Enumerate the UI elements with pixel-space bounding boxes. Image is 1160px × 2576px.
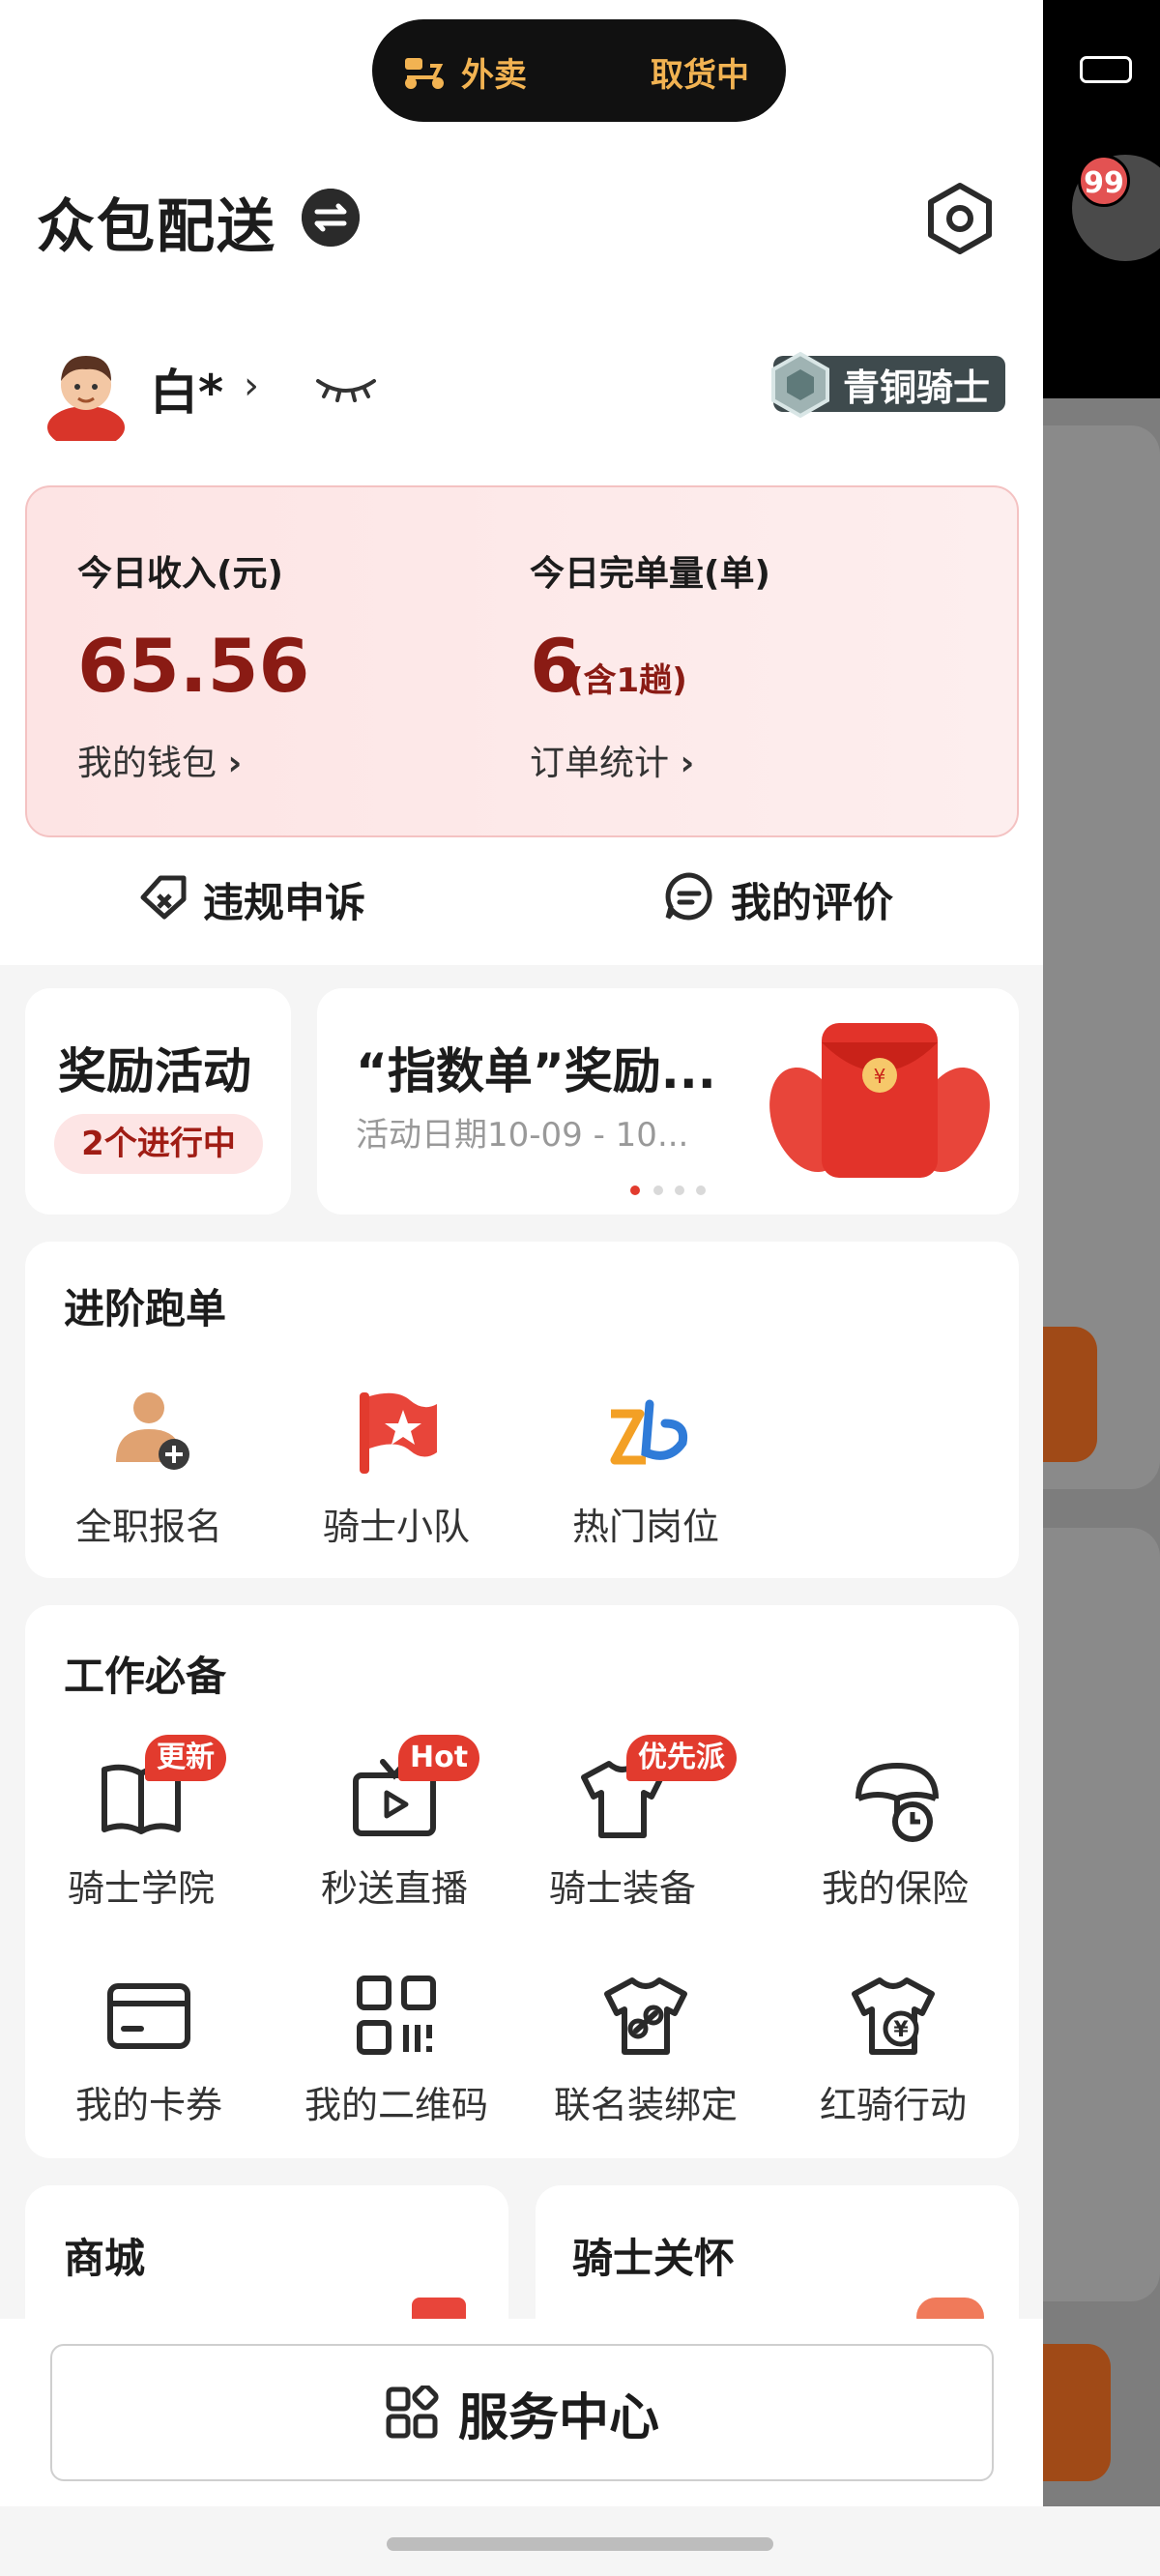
fulltime-signup-label[interactable]: 全职报名 xyxy=(43,1497,255,1550)
live-label[interactable]: 秒送直播 xyxy=(288,1859,501,1912)
dynamic-island[interactable]: 外卖 取货中 xyxy=(372,19,786,122)
rewards-title: 奖励活动 xyxy=(58,1043,251,1099)
income-label: 今日收入(元) xyxy=(77,554,283,594)
avatar[interactable] xyxy=(44,346,129,441)
orders-label: 今日完单量(单) xyxy=(530,554,770,594)
appeal-link[interactable]: 违规申诉 xyxy=(203,870,365,929)
hot-tag: Hot xyxy=(398,1735,480,1781)
update-tag: 更新 xyxy=(145,1735,226,1781)
rewards-status-badge: 2个进行中 xyxy=(54,1114,263,1174)
qrcode-label[interactable]: 我的二维码 xyxy=(290,2075,503,2128)
priority-tag: 优先派 xyxy=(626,1735,737,1781)
mall-title: 商城 xyxy=(64,2235,146,2282)
qrcode-icon[interactable] xyxy=(350,1969,443,2062)
page-title: 众包配送 xyxy=(37,193,276,261)
rider-care-title: 骑士关怀 xyxy=(572,2235,736,2282)
message-count-badge: 99 xyxy=(1078,155,1130,207)
hot-jobs-icon[interactable] xyxy=(601,1385,694,1478)
switch-icon[interactable] xyxy=(302,189,360,247)
order-status-label: 取货中 xyxy=(651,56,749,95)
hot-jobs-label[interactable]: 热门岗位 xyxy=(539,1497,752,1550)
orders-stats-link[interactable]: 订单统计 › xyxy=(530,735,694,785)
hide-eye-icon[interactable] xyxy=(314,371,378,404)
banner-date: 活动日期10-09 - 10... xyxy=(356,1116,689,1155)
insurance-icon[interactable] xyxy=(851,1752,943,1845)
carousel-dot[interactable] xyxy=(653,1186,663,1195)
comment-icon[interactable] xyxy=(663,870,715,922)
insurance-label[interactable]: 我的保险 xyxy=(789,1859,1001,1912)
squad-label[interactable]: 骑士小队 xyxy=(290,1497,503,1550)
carousel-dot[interactable] xyxy=(675,1186,684,1195)
apps-grid-icon xyxy=(386,2386,439,2439)
red-envelope-icon: ¥ xyxy=(769,1023,990,1178)
profile-chevron-icon[interactable]: › xyxy=(244,364,259,408)
today-stats-card: 今日收入(元) 65.56 我的钱包 › 今日完单量(单) 6 (含1趟) 订单… xyxy=(25,485,1019,837)
background-button xyxy=(1043,1327,1097,1462)
order-type-label: 外卖 xyxy=(461,56,527,95)
service-center-label: 服务中心 xyxy=(457,2388,659,2447)
income-value: 65.56 xyxy=(77,623,310,709)
service-center-button[interactable]: 服务中心 xyxy=(50,2344,994,2481)
coupons-label[interactable]: 我的卡券 xyxy=(43,2075,255,2128)
settings-icon[interactable] xyxy=(923,182,997,255)
service-drawer: 外卖 取货中 众包配送 白* › 青铜骑士 今日收入(元) 65.56 我的钱包… xyxy=(0,0,1043,2506)
rank-label: 青铜骑士 xyxy=(843,366,991,409)
battery-icon xyxy=(1080,56,1132,83)
orders-stats-link-label: 订单统计 xyxy=(530,744,670,783)
wallet-link-label: 我的钱包 xyxy=(77,744,218,783)
banner-title: “指数单”奖励... xyxy=(356,1043,716,1099)
wallet-link[interactable]: 我的钱包 › xyxy=(77,735,242,785)
academy-label[interactable]: 骑士学院 xyxy=(35,1859,247,1912)
fulltime-signup-icon[interactable] xyxy=(102,1385,195,1478)
orders-note: (含1趟) xyxy=(568,661,687,700)
work-essentials-title: 工作必备 xyxy=(64,1653,227,1700)
co-branded-label[interactable]: 联名装绑定 xyxy=(539,2075,752,2128)
red-rider-label[interactable]: 红骑行动 xyxy=(787,2075,1000,2128)
advanced-title: 进阶跑单 xyxy=(64,1285,227,1332)
bronze-medal-icon xyxy=(771,351,829,419)
carousel-dot-active[interactable] xyxy=(630,1186,640,1195)
appeal-icon[interactable] xyxy=(137,870,189,922)
scooter-icon xyxy=(405,58,444,89)
my-reviews-link[interactable]: 我的评价 xyxy=(731,870,893,929)
background-app: 99 xyxy=(1043,0,1160,2576)
squad-flag-icon[interactable] xyxy=(350,1385,443,1478)
equipment-label[interactable]: 骑士装备 xyxy=(516,1859,729,1912)
svg-text:¥: ¥ xyxy=(874,1065,886,1088)
shirt-link-icon[interactable] xyxy=(599,1969,692,2062)
svg-text:¥: ¥ xyxy=(893,2018,909,2042)
carousel-dot[interactable] xyxy=(696,1186,706,1195)
home-indicator[interactable] xyxy=(387,2537,773,2551)
chevron-right-icon: › xyxy=(680,744,695,783)
chevron-right-icon: › xyxy=(227,744,243,783)
card-icon[interactable] xyxy=(102,1969,195,2062)
background-button xyxy=(1043,2344,1111,2481)
user-name[interactable]: 白* xyxy=(150,354,223,424)
shirt-yen-icon[interactable]: ¥ xyxy=(847,1969,940,2062)
background-card xyxy=(1043,1528,1160,2301)
